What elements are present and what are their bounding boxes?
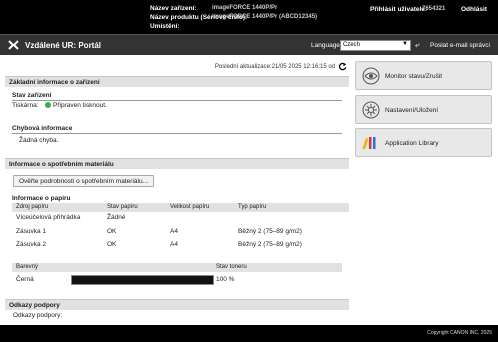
toner-table-header: Barevný Stav toneru <box>12 263 342 272</box>
printer-label: Tiskárna: <box>12 102 39 109</box>
table-cell: OK <box>107 241 117 248</box>
eye-monitor-icon <box>362 67 380 85</box>
ok-status-icon <box>45 102 51 109</box>
page-title: Vzdálené UR: Portál <box>25 41 102 50</box>
table-cell: Běžný 2 (75–89 g/m2) <box>238 241 302 248</box>
table-cell: A4 <box>170 228 178 235</box>
column-header: Zdroj papíru <box>16 204 49 210</box>
login-user-label: Přihlásit uživatele: <box>370 6 428 13</box>
logout-link[interactable]: Odhlásit <box>461 6 487 13</box>
table-cell: Žádné <box>107 214 126 221</box>
toner-level-fill <box>72 276 213 284</box>
main-content: Poslední aktualizace:21/05 2025 12:16:15… <box>5 59 349 325</box>
device-name-value: imageFORCE 1440P/Pr <box>212 5 278 11</box>
table-cell: Zásuvka 2 <box>16 241 46 248</box>
language-select-value: Czech <box>343 42 361 48</box>
check-consumables-button[interactable]: Ověřte podrobnosti o spotřebním materiál… <box>13 175 154 187</box>
copyright-text: Copyright CANON INC. 2025 <box>427 330 492 336</box>
column-header: Typ papíru <box>238 204 267 210</box>
table-cell: OK <box>107 228 117 235</box>
email-admin-link[interactable]: Poslat e-mail správci <box>430 42 490 49</box>
toner-level-bar <box>71 275 214 285</box>
table-cell: Víceúčelová přihrádka <box>16 214 81 221</box>
location-label: Umístění: <box>150 23 180 30</box>
column-header: Stav papíru <box>107 204 138 210</box>
login-user-value: 7654321 <box>422 6 446 12</box>
table-cell: Běžný 2 (75–89 g/m2) <box>238 228 302 235</box>
chevron-down-icon: ▼ <box>402 41 408 47</box>
table-row: Víceúčelová přihrádka Žádné <box>12 213 349 225</box>
last-update-text: Poslední aktualizace:21/05 2025 12:16:15… <box>214 64 335 70</box>
refresh-icon[interactable] <box>338 62 347 71</box>
sidebar-item-label: Monitor stavu/Zrušit <box>385 73 443 80</box>
sidebar-item-status-monitor[interactable]: Monitor stavu/Zrušit <box>355 61 492 90</box>
table-row: Zásuvka 1 OK A4 Běžný 2 (75–89 g/m2) <box>12 227 349 239</box>
table-cell: Zásuvka 1 <box>16 228 46 235</box>
printer-status: Připraven tisknout. <box>45 102 107 109</box>
error-text: Žádná chyba. <box>19 137 59 144</box>
toner-color: Černá <box>16 276 34 283</box>
table-row: Zásuvka 2 OK A4 Běžný 2 (75–89 g/m2) <box>12 240 349 252</box>
product-name-value: imageFORCE 1440P/Pr (ABCD12345) <box>212 14 318 20</box>
footer: Copyright CANON INC. 2025 <box>0 325 498 342</box>
paper-table-header: Zdroj papíru Stav papíru Velikost papíru… <box>12 203 349 212</box>
device-info-header: Základní informace o zařízení <box>5 76 349 87</box>
error-info-header: Chybová informace <box>12 125 342 134</box>
printer-status-text: Připraven tisknout. <box>53 102 107 109</box>
portal-logo-icon <box>8 40 19 50</box>
application-library-icon <box>362 137 376 150</box>
sidebar-item-application-library[interactable]: Application Library <box>355 128 492 157</box>
support-links-label: Odkazy podpory: <box>13 312 63 319</box>
device-info-bar: Název zařízení: imageFORCE 1440P/Pr Náze… <box>0 0 498 34</box>
support-links-header: Odkazy podpory <box>5 299 349 310</box>
return-arrow-icon[interactable]: ⤶ <box>415 40 425 50</box>
consumables-header: Informace o spotřebním materiálu <box>5 158 349 169</box>
sidebar-item-label: Nastavení/Uložení <box>385 107 439 114</box>
settings-gear-icon <box>362 101 380 119</box>
toner-row: Černá 100 % <box>12 275 349 287</box>
sidebar-item-label: Application Library <box>385 140 439 147</box>
language-select[interactable]: Czech ▼ <box>340 40 411 51</box>
device-status-header: Stav zařízení <box>12 92 342 101</box>
language-label: Language <box>311 42 340 49</box>
column-header: Velikost papíru <box>170 204 210 210</box>
sidebar-item-settings[interactable]: Nastavení/Uložení <box>355 95 492 124</box>
device-name-label: Název zařízení: <box>150 5 197 12</box>
portal-header: Vzdálené UR: Portál Language Czech ▼ ⤶ P… <box>0 34 498 55</box>
column-header: Barevný <box>16 264 39 270</box>
table-cell: A4 <box>170 241 178 248</box>
column-header: Stav toneru <box>216 264 247 270</box>
toner-status: 100 % <box>216 276 235 283</box>
